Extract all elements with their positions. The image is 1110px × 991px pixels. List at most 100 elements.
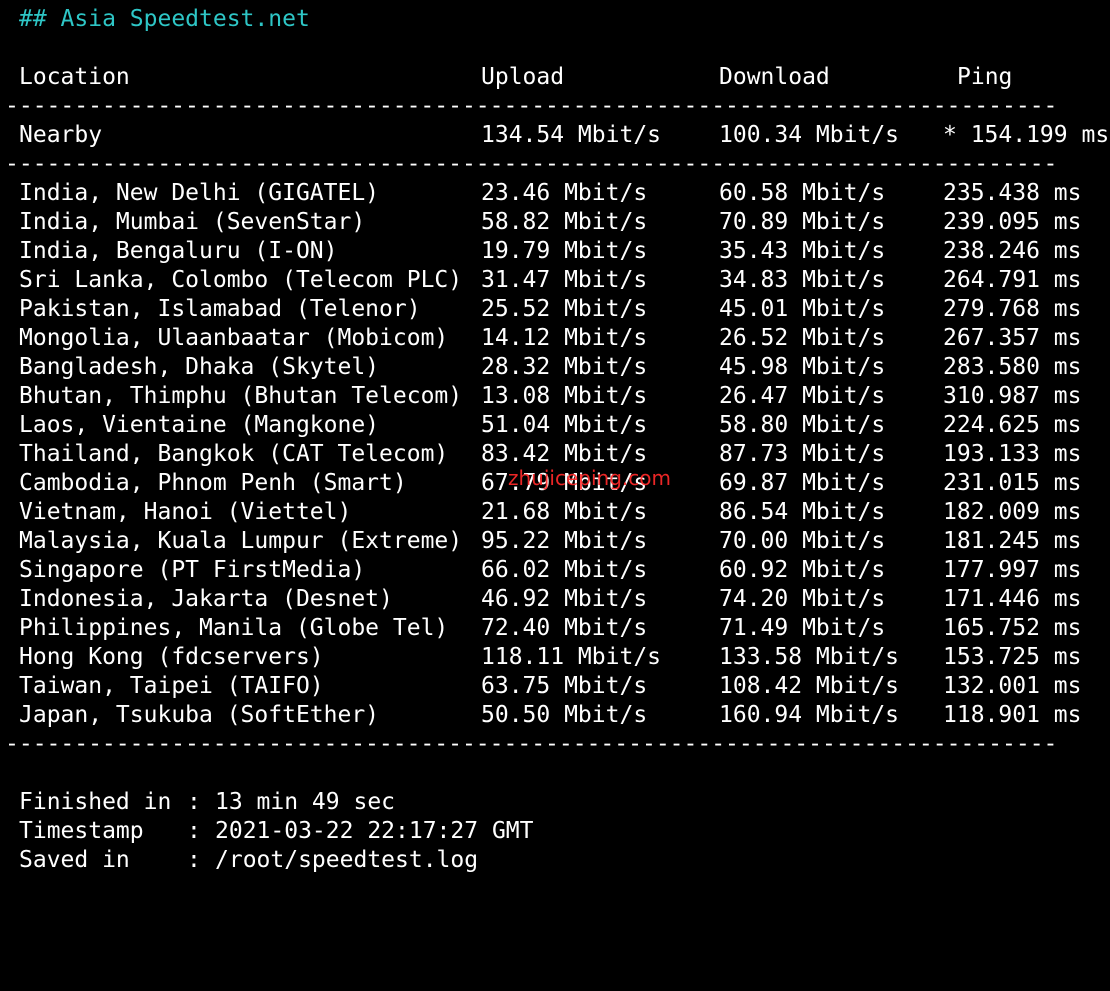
row-upload: 28.32 Mbit/s	[481, 354, 648, 380]
row-download: 69.87 Mbit/s	[719, 470, 886, 496]
row-location: Hong Kong (fdcservers)	[19, 644, 324, 670]
saved-colon: :	[187, 847, 201, 873]
row-ping: 118.901 ms	[943, 702, 1082, 728]
row-download: 45.98 Mbit/s	[719, 354, 886, 380]
row-location: Singapore (PT FirstMedia)	[19, 557, 366, 583]
row-ping: 264.791 ms	[943, 267, 1082, 293]
row-ping: 182.009 ms	[943, 499, 1082, 525]
header-download: Download	[719, 64, 830, 90]
row-location: Bhutan, Thimphu (Bhutan Telecom)	[19, 383, 463, 409]
row-download: 86.54 Mbit/s	[719, 499, 886, 525]
row-ping: 165.752 ms	[943, 615, 1082, 641]
nearby-row: Nearby 134.54 Mbit/s 100.34 Mbit/s * 154…	[5, 121, 1109, 150]
row-download: 74.20 Mbit/s	[719, 586, 886, 612]
row-upload: 51.04 Mbit/s	[481, 412, 648, 438]
nearby-ping: * 154.199 ms	[943, 122, 1110, 148]
row-download: 160.94 Mbit/s	[719, 702, 900, 728]
finished-value: 13 min 49 sec	[215, 789, 396, 815]
row-ping: 239.095 ms	[943, 209, 1082, 235]
summary-timestamp: Timestamp : 2021-03-22 22:17:27 GMT	[5, 817, 534, 846]
row-download: 71.49 Mbit/s	[719, 615, 886, 641]
row-ping: 171.446 ms	[943, 586, 1082, 612]
row-location: Thailand, Bangkok (CAT Telecom)	[19, 441, 449, 467]
row-location: Laos, Vientaine (Mangkone)	[19, 412, 380, 438]
row-location: Taiwan, Taipei (TAIFO)	[19, 673, 324, 699]
saved-value: /root/speedtest.log	[215, 847, 479, 873]
row-download: 133.58 Mbit/s	[719, 644, 900, 670]
row-download: 108.42 Mbit/s	[719, 673, 900, 699]
summary-finished: Finished in : 13 min 49 sec	[5, 788, 395, 817]
row-ping: 181.245 ms	[943, 528, 1082, 554]
header-ping: Ping	[957, 64, 1013, 90]
row-ping: 193.133 ms	[943, 441, 1082, 467]
row-download: 58.80 Mbit/s	[719, 412, 886, 438]
row-download: 87.73 Mbit/s	[719, 441, 886, 467]
nearby-download: 100.34 Mbit/s	[719, 122, 900, 148]
timestamp-colon: :	[187, 818, 201, 844]
row-upload: 50.50 Mbit/s	[481, 702, 648, 728]
row-upload: 72.40 Mbit/s	[481, 615, 648, 641]
table-header-row: Location Upload Download Ping	[5, 63, 1012, 92]
row-location: India, New Delhi (GIGATEL)	[19, 180, 380, 206]
nearby-upload: 134.54 Mbit/s	[481, 122, 662, 148]
row-ping: 310.987 ms	[943, 383, 1082, 409]
row-location: Cambodia, Phnom Penh (Smart)	[19, 470, 407, 496]
row-ping: 231.015 ms	[943, 470, 1082, 496]
timestamp-value: 2021-03-22 22:17:27 GMT	[215, 818, 534, 844]
row-ping: 238.246 ms	[943, 238, 1082, 264]
timestamp-label: Timestamp	[19, 818, 144, 844]
row-upload: 25.52 Mbit/s	[481, 296, 648, 322]
row-upload: 63.75 Mbit/s	[481, 673, 648, 699]
nearby-location: Nearby	[19, 122, 103, 148]
row-upload: 58.82 Mbit/s	[481, 209, 648, 235]
header-upload: Upload	[481, 64, 565, 90]
row-location: Pakistan, Islamabad (Telenor)	[19, 296, 421, 322]
row-location: Malaysia, Kuala Lumpur (Extreme)	[19, 528, 463, 554]
heading-text: ## Asia Speedtest.net	[19, 6, 310, 32]
row-location: Sri Lanka, Colombo (Telecom PLC)	[19, 267, 463, 293]
summary-saved: Saved in : /root/speedtest.log	[5, 846, 478, 875]
row-upload: 118.11 Mbit/s	[481, 644, 662, 670]
row-download: 26.47 Mbit/s	[719, 383, 886, 409]
row-upload: 31.47 Mbit/s	[481, 267, 648, 293]
finished-colon: :	[187, 789, 201, 815]
row-upload: 19.79 Mbit/s	[481, 238, 648, 264]
row-download: 60.58 Mbit/s	[719, 180, 886, 206]
row-location: Japan, Tsukuba (SoftEther)	[19, 702, 380, 728]
saved-label: Saved in	[19, 847, 130, 873]
row-ping: 235.438 ms	[943, 180, 1082, 206]
row-download: 26.52 Mbit/s	[719, 325, 886, 351]
header-location: Location	[19, 64, 130, 90]
row-download: 35.43 Mbit/s	[719, 238, 886, 264]
row-download: 70.89 Mbit/s	[719, 209, 886, 235]
row-location: Indonesia, Jakarta (Desnet)	[19, 586, 393, 612]
divider-middle: ----------------------------------------…	[5, 151, 1055, 177]
watermark-text: zhujiceping.com	[508, 466, 671, 490]
row-download: 60.92 Mbit/s	[719, 557, 886, 583]
row-location: Vietnam, Hanoi (Viettel)	[19, 499, 352, 525]
row-ping: 283.580 ms	[943, 354, 1082, 380]
divider-top: ----------------------------------------…	[5, 93, 1055, 119]
row-ping: 279.768 ms	[943, 296, 1082, 322]
row-download: 70.00 Mbit/s	[719, 528, 886, 554]
row-ping: 267.357 ms	[943, 325, 1082, 351]
row-upload: 23.46 Mbit/s	[481, 180, 648, 206]
finished-label: Finished in	[19, 789, 172, 815]
row-ping: 177.997 ms	[943, 557, 1082, 583]
row-location: Bangladesh, Dhaka (Skytel)	[19, 354, 380, 380]
row-ping: 153.725 ms	[943, 644, 1082, 670]
row-upload: 13.08 Mbit/s	[481, 383, 648, 409]
row-upload: 21.68 Mbit/s	[481, 499, 648, 525]
row-upload: 46.92 Mbit/s	[481, 586, 648, 612]
row-location: Mongolia, Ulaanbaatar (Mobicom)	[19, 325, 449, 351]
row-location: Philippines, Manila (Globe Tel)	[19, 615, 449, 641]
section-heading: ## Asia Speedtest.net	[5, 5, 310, 34]
row-upload: 14.12 Mbit/s	[481, 325, 648, 351]
row-upload: 95.22 Mbit/s	[481, 528, 648, 554]
row-download: 34.83 Mbit/s	[719, 267, 886, 293]
divider-bottom: ----------------------------------------…	[5, 731, 1055, 757]
row-location: India, Bengaluru (I-ON)	[19, 238, 338, 264]
row-download: 45.01 Mbit/s	[719, 296, 886, 322]
row-ping: 224.625 ms	[943, 412, 1082, 438]
row-location: India, Mumbai (SevenStar)	[19, 209, 366, 235]
